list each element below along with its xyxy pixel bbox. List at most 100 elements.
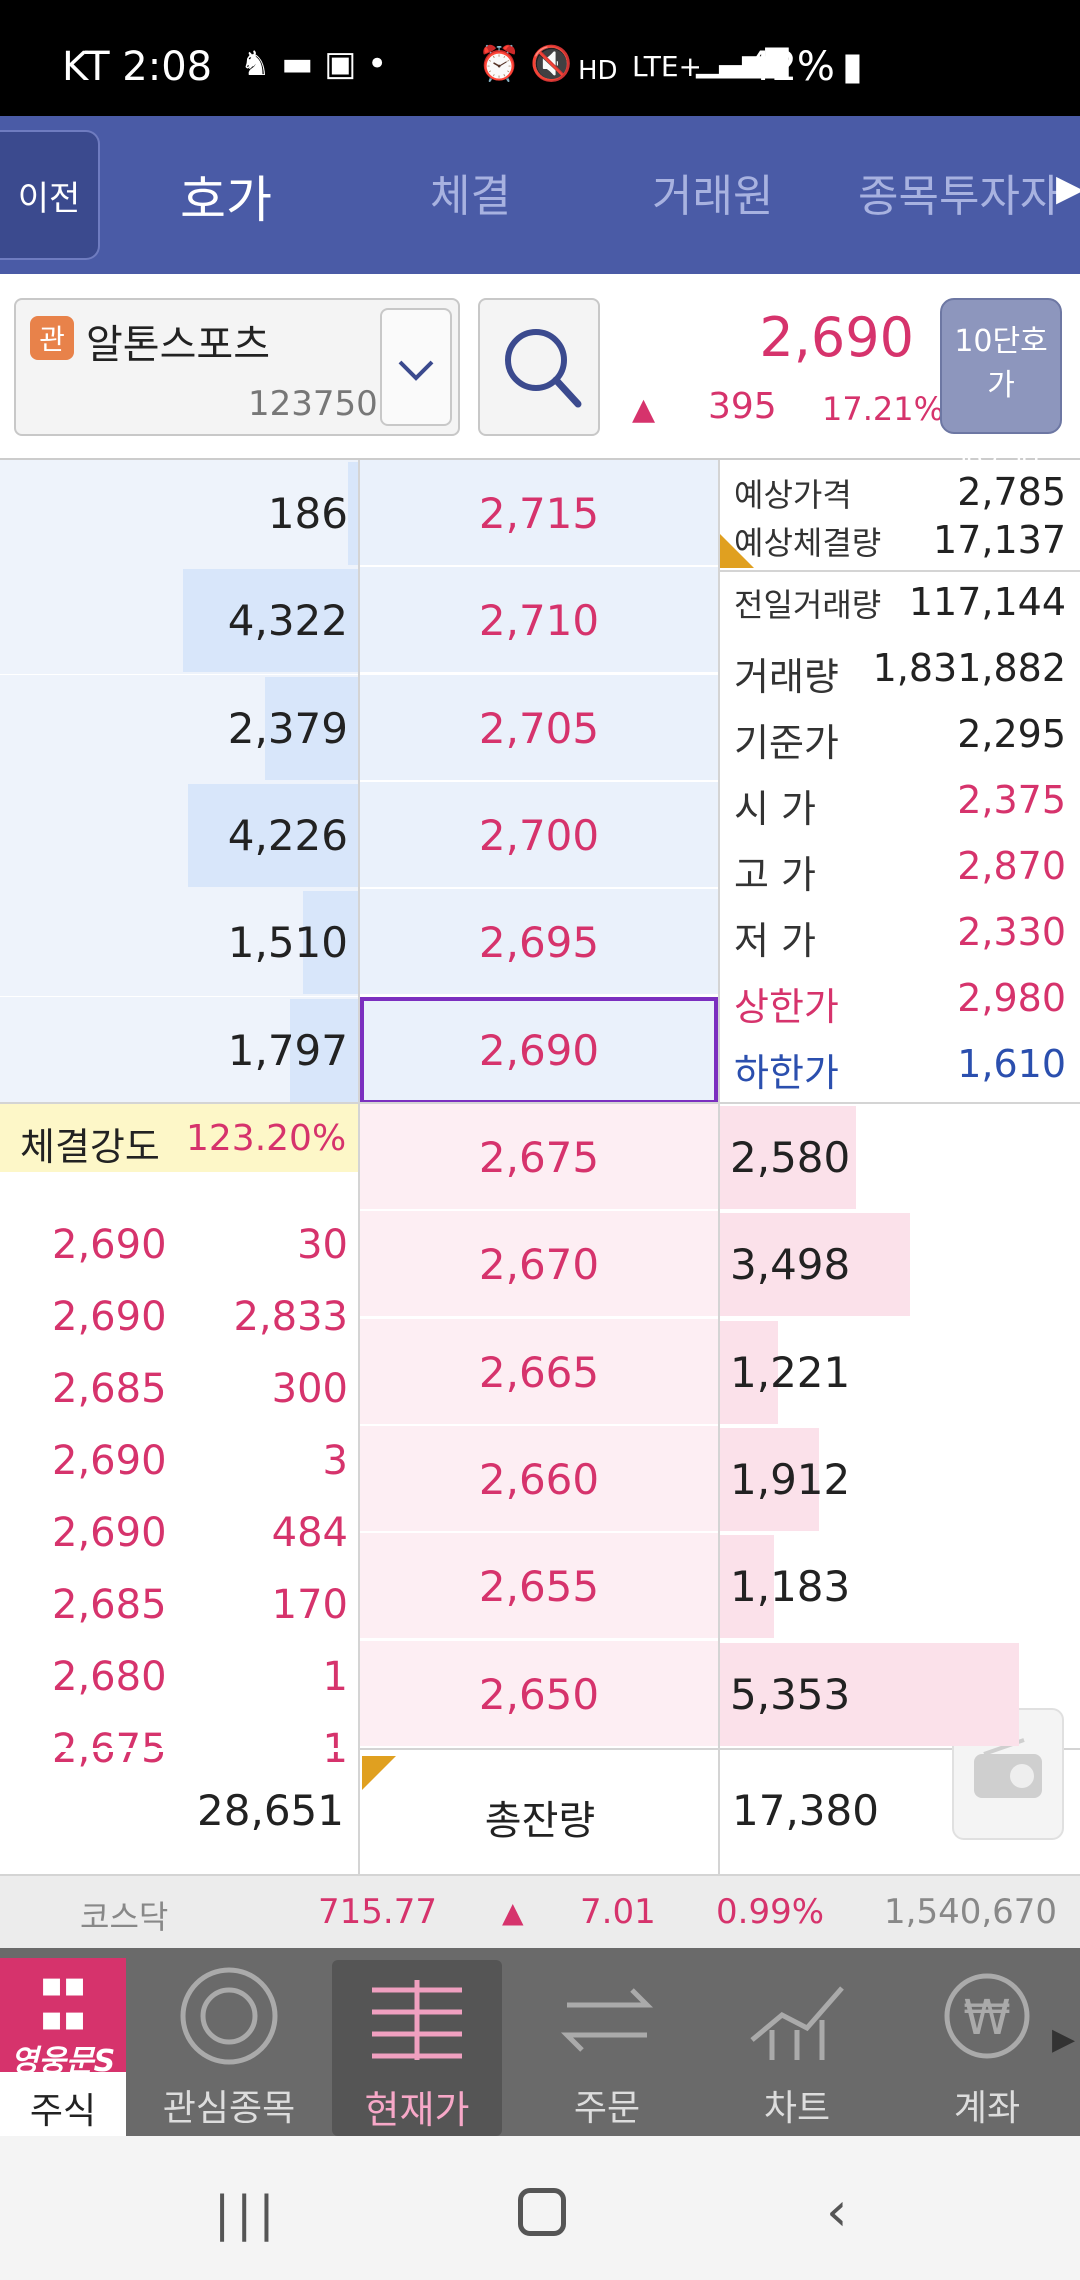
total-corner-icon xyxy=(362,1756,396,1790)
status-bar: KT 2:08 ♞ ▬ ▣ • ⏰ 🔇 HD LTE+ ▁▃▅▇ 42% ▮ xyxy=(0,0,1080,116)
info-label: 하한가 xyxy=(734,1051,839,1095)
ask-bid-divider xyxy=(0,1102,1080,1104)
price-change-pct: 17.21% xyxy=(822,390,945,428)
alarm-icon: ⏰ xyxy=(478,44,521,84)
bid-price[interactable]: 2,665 xyxy=(360,1319,718,1426)
ask-price[interactable]: 2,715 xyxy=(360,460,718,567)
current-price: 2,690 xyxy=(759,306,914,369)
tab-trades[interactable]: 체결 xyxy=(430,160,511,224)
ask-qty: 4,226 xyxy=(227,811,348,860)
bid-qty: 5,353 xyxy=(730,1670,851,1719)
trade-price: 2,685 xyxy=(52,1582,167,1628)
index-name: 코스닥 xyxy=(80,1898,169,1936)
info-label: 고 가 xyxy=(734,853,816,897)
back-button[interactable]: 이전 xyxy=(0,130,100,260)
trade-qty: 1 xyxy=(322,1654,348,1700)
bid-price[interactable]: 2,675 xyxy=(360,1104,718,1211)
expected-trade-toggle-button[interactable]: 10단호가 예상체결 xyxy=(940,298,1062,469)
search-icon xyxy=(505,329,582,408)
nav-order[interactable]: 주문 xyxy=(522,1960,692,2136)
network-label: LTE+ xyxy=(632,50,702,83)
bid-price[interactable]: 2,655 xyxy=(360,1533,718,1640)
back-nav-icon[interactable]: ‹ xyxy=(826,2180,848,2243)
info-divider xyxy=(720,570,1080,572)
recent-apps-icon[interactable]: ||| xyxy=(214,2186,281,2242)
bid-price[interactable]: 2,650 xyxy=(360,1641,718,1748)
info-value: 2,330 xyxy=(957,910,1066,954)
home-icon[interactable] xyxy=(518,2188,566,2236)
ask-volume-bar xyxy=(348,462,358,565)
ask-price[interactable]: 2,695 xyxy=(360,889,718,996)
nav-chart[interactable]: 차트 xyxy=(712,1960,882,2136)
bid-qty: 1,183 xyxy=(730,1562,851,1611)
bid-qty: 3,498 xyxy=(730,1240,851,1289)
ask-total: 28,651 xyxy=(197,1786,344,1835)
nav-account[interactable]: ₩ 계좌 xyxy=(902,1960,1072,2136)
stock-code: 123750 xyxy=(248,384,378,424)
mute-icon: 🔇 xyxy=(530,44,573,84)
ask-price[interactable]: 2,705 xyxy=(360,675,718,782)
nav-stock-label: 주식 xyxy=(29,2091,97,2132)
nav-account-label: 계좌 xyxy=(953,2088,1021,2129)
info-value: 1,610 xyxy=(957,1042,1066,1086)
nav-scroll-right-icon[interactable]: ▶ xyxy=(1052,2022,1075,2057)
nav-current-price-label: 현재가 xyxy=(364,2088,470,2132)
index-change: 7.01 xyxy=(580,1892,656,1932)
grid-divider xyxy=(358,460,360,1874)
info-value: 2,785 xyxy=(957,470,1066,514)
bid-price[interactable]: 2,660 xyxy=(360,1426,718,1533)
info-label: 시 가 xyxy=(734,787,816,831)
index-up-icon: ▲ xyxy=(502,1896,524,1929)
trade-qty: 300 xyxy=(271,1366,348,1412)
trade-price: 2,680 xyxy=(52,1654,167,1700)
price-change: 395 xyxy=(708,386,777,427)
ask-qty: 1,510 xyxy=(227,918,348,967)
ask-qty: 4,322 xyxy=(227,596,348,645)
tab-brokers[interactable]: 거래원 xyxy=(652,160,773,224)
tab-hoga[interactable]: 호가 xyxy=(180,160,272,232)
info-label: 예상체결량 xyxy=(734,524,882,562)
stock-dropdown-button[interactable] xyxy=(380,308,452,426)
bid-qty: 2,580 xyxy=(730,1133,851,1182)
order-icon xyxy=(560,1988,654,2052)
info-label: 기준가 xyxy=(734,721,839,765)
svg-text:₩: ₩ xyxy=(963,1990,1010,2046)
current-price-icon xyxy=(372,1980,462,2060)
trade-price: 2,690 xyxy=(52,1294,167,1340)
app-logo-text: 영웅문S xyxy=(10,2044,116,2079)
chart-icon xyxy=(750,1986,844,2060)
trade-qty: 170 xyxy=(271,1582,348,1628)
tab-investors[interactable]: 종목투자자 xyxy=(858,160,1060,224)
info-label: 예상가격 xyxy=(734,476,852,514)
button-line1: 10단호가 xyxy=(954,324,1048,403)
search-button[interactable] xyxy=(478,298,600,436)
grid-icon: ▪▪ ▪▪ xyxy=(39,1965,87,2039)
info-value: 117,144 xyxy=(908,580,1066,624)
nav-current-price[interactable]: 현재가 xyxy=(332,1960,502,2136)
strength-value: 123.20% xyxy=(186,1118,347,1159)
stock-name[interactable]: 알톤스포츠 xyxy=(86,312,270,370)
bid-total: 17,380 xyxy=(732,1786,879,1835)
bid-qty: 1,912 xyxy=(730,1455,851,1504)
bid-qty: 1,221 xyxy=(730,1348,851,1397)
total-label: 총잔량 xyxy=(484,1798,596,1844)
watch-badge: 관 xyxy=(30,316,74,360)
info-value: 1,831,882 xyxy=(872,646,1066,690)
ask-price[interactable]: 2,710 xyxy=(360,567,718,674)
nav-watchlist[interactable]: 관심종목 xyxy=(144,1960,314,2136)
info-value: 17,137 xyxy=(933,518,1066,562)
trade-qty: 3 xyxy=(322,1438,348,1484)
tab-scroll-right-icon[interactable]: ▶ xyxy=(1056,168,1080,209)
nav-stock[interactable]: ▪▪ ▪▪ 영웅문S 주식 xyxy=(0,1958,126,2136)
ask-price[interactable]: 2,700 xyxy=(360,782,718,889)
trade-price: 2,685 xyxy=(52,1366,167,1412)
hd-icon: HD xyxy=(578,56,618,86)
battery-percent: 42% xyxy=(746,44,835,90)
info-value: 2,980 xyxy=(957,976,1066,1020)
index-change-pct: 0.99% xyxy=(716,1892,825,1932)
ask-qty: 186 xyxy=(267,489,348,538)
ask-qty: 1,797 xyxy=(227,1026,348,1075)
bid-price[interactable]: 2,670 xyxy=(360,1211,718,1318)
info-value: 2,870 xyxy=(957,844,1066,888)
ask-qty: 2,379 xyxy=(227,704,348,753)
